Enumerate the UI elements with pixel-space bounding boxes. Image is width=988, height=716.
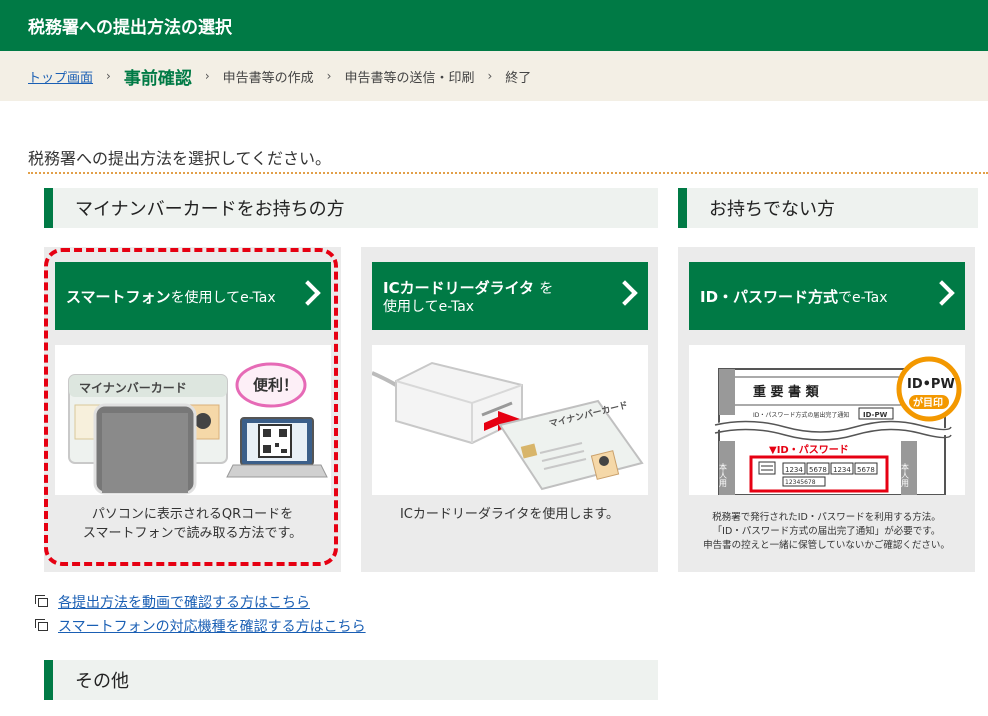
section-heading-other: その他 (44, 660, 658, 700)
badge-text: ID•PW (907, 377, 955, 392)
smartphone-illustration: マイナンバーカード 便利！ (55, 345, 331, 495)
doc-subtitle: ID・パスワード方式の届出完了通知 (753, 411, 849, 419)
ic-reader-etax-button[interactable]: ICカードリーダライタ を 使用してe-Tax (372, 262, 648, 330)
description-line: 「ID・パスワード方式の届出完了通知」が必要です。 (712, 526, 941, 537)
breadcrumb-separator: › (106, 69, 111, 83)
breadcrumb-separator: › (204, 69, 210, 83)
description-line: パソコンに表示されるQRコードを (91, 507, 294, 522)
page-header: 税務署への提出方法の選択 (0, 0, 988, 51)
smartphone-etax-button[interactable]: スマートフォンを使用してe-Tax (55, 262, 331, 330)
video-guide-link[interactable]: 各提出方法を動画で確認する方はこちら (58, 592, 310, 612)
doc-title: 重 要 書 類 (753, 384, 820, 400)
side-text-right: 本人用 (901, 462, 910, 488)
breadcrumb-step-create: 申告書等の作成 (222, 70, 314, 86)
section-heading-text: その他 (75, 671, 129, 692)
section-accent-bar (44, 188, 53, 228)
breadcrumb-separator: › (487, 69, 493, 83)
chevron-right-icon (295, 280, 321, 306)
option-card-smartphone: スマートフォンを使用してe-Tax マイナンバーカード 便利！ パソコンに表示さ… (44, 247, 341, 572)
card-label: マイナンバーカード (79, 381, 187, 395)
button-label: ICカードリーダライタ を (383, 277, 553, 298)
section-accent-bar (678, 188, 687, 228)
doc-tag: ID-PW (863, 411, 888, 419)
help-links: 各提出方法を動画で確認する方はこちら スマートフォンの対応機種を確認する方はこち… (35, 590, 366, 638)
new-window-icon (35, 594, 48, 607)
page-title: 税務署への提出方法の選択 (28, 18, 232, 38)
supported-devices-link[interactable]: スマートフォンの対応機種を確認する方はこちら (58, 616, 366, 636)
button-label-rest: を (539, 281, 554, 297)
chevron-right-icon (612, 280, 638, 306)
id-password-etax-button[interactable]: ID・パスワード方式でe-Tax (689, 262, 965, 330)
button-label-bold: ID・パスワード方式 (700, 288, 839, 306)
description-line: 税務署で発行されたID・パスワードを利用する方法。 (712, 512, 941, 523)
pw-cell: 5678 (857, 466, 875, 474)
card-description: ICカードリーダライタを使用します。 (361, 505, 658, 524)
chevron-right-icon (929, 280, 955, 306)
dotted-divider (28, 172, 988, 174)
button-label-line2: 使用してe-Tax (383, 299, 475, 315)
section-heading-with-card: マイナンバーカードをお持ちの方 (44, 188, 658, 228)
description-line: 申告書の控えと一緒に保管していないかご確認ください。 (703, 540, 950, 551)
section-heading-text: マイナンバーカードをお持ちの方 (75, 199, 345, 220)
pw-label: ▼ID・パスワード (769, 444, 849, 456)
button-label: ID・パスワード方式でe-Tax (700, 286, 888, 307)
section-heading-without-card: お持ちでない方 (678, 188, 978, 228)
breadcrumb-separator: › (326, 69, 332, 83)
link-row: 各提出方法を動画で確認する方はこちら (35, 590, 366, 614)
button-label-bold: ICカードリーダライタ (383, 279, 534, 297)
breadcrumb-step-end: 終了 (505, 70, 532, 86)
breadcrumb: トップ画面 › 事前確認 › 申告書等の作成 › 申告書等の送信・印刷 › 終了 (0, 51, 988, 101)
section-accent-bar (44, 660, 53, 700)
breadcrumb-top-link[interactable]: トップ画面 (28, 67, 93, 86)
breadcrumb-step-send: 申告書等の送信・印刷 (344, 70, 475, 86)
description-line: ICカードリーダライタを使用します。 (399, 507, 620, 522)
pw-cell: 1234 (785, 466, 803, 474)
description-line: スマートフォンで読み取る方法です。 (82, 526, 303, 541)
bubble-text: 便利！ (253, 376, 298, 394)
new-window-icon (35, 618, 48, 631)
side-text-left: 本人用 (719, 462, 728, 488)
id-password-illustration: 重 要 書 類 ID・パスワード方式の届出完了通知 ID-PW 本人用 本人用 … (689, 345, 965, 495)
card-description: パソコンに表示されるQRコードを スマートフォンで読み取る方法です。 (44, 505, 341, 543)
button-label-rest: でe-Tax (838, 290, 888, 306)
pw-cell: 1234 (833, 466, 851, 474)
instruction-text: 税務署への提出方法を選択してください。 (28, 149, 332, 168)
pw-num: 12345678 (785, 479, 816, 486)
ic-reader-illustration: マイナンバーカード (372, 345, 648, 495)
card-description: 税務署で発行されたID・パスワードを利用する方法。 「ID・パスワード方式の届出… (678, 511, 975, 553)
option-card-ic-reader: ICカードリーダライタ を 使用してe-Tax マイナンバーカード ICカードリ… (361, 247, 658, 572)
button-label: スマートフォンを使用してe-Tax (66, 286, 276, 307)
button-label-bold: スマートフォン (66, 288, 171, 306)
pw-cell: 5678 (809, 466, 827, 474)
option-card-id-password: ID・パスワード方式でe-Tax 重 要 書 類 ID・パスワード方式の届出完了… (678, 247, 975, 572)
breadcrumb-current-step: 事前確認 (123, 68, 192, 89)
link-row: スマートフォンの対応機種を確認する方はこちら (35, 614, 366, 638)
section-heading-text: お持ちでない方 (709, 199, 835, 220)
button-label-rest: を使用してe-Tax (170, 290, 276, 306)
badge-subtext: が目印 (913, 396, 943, 409)
